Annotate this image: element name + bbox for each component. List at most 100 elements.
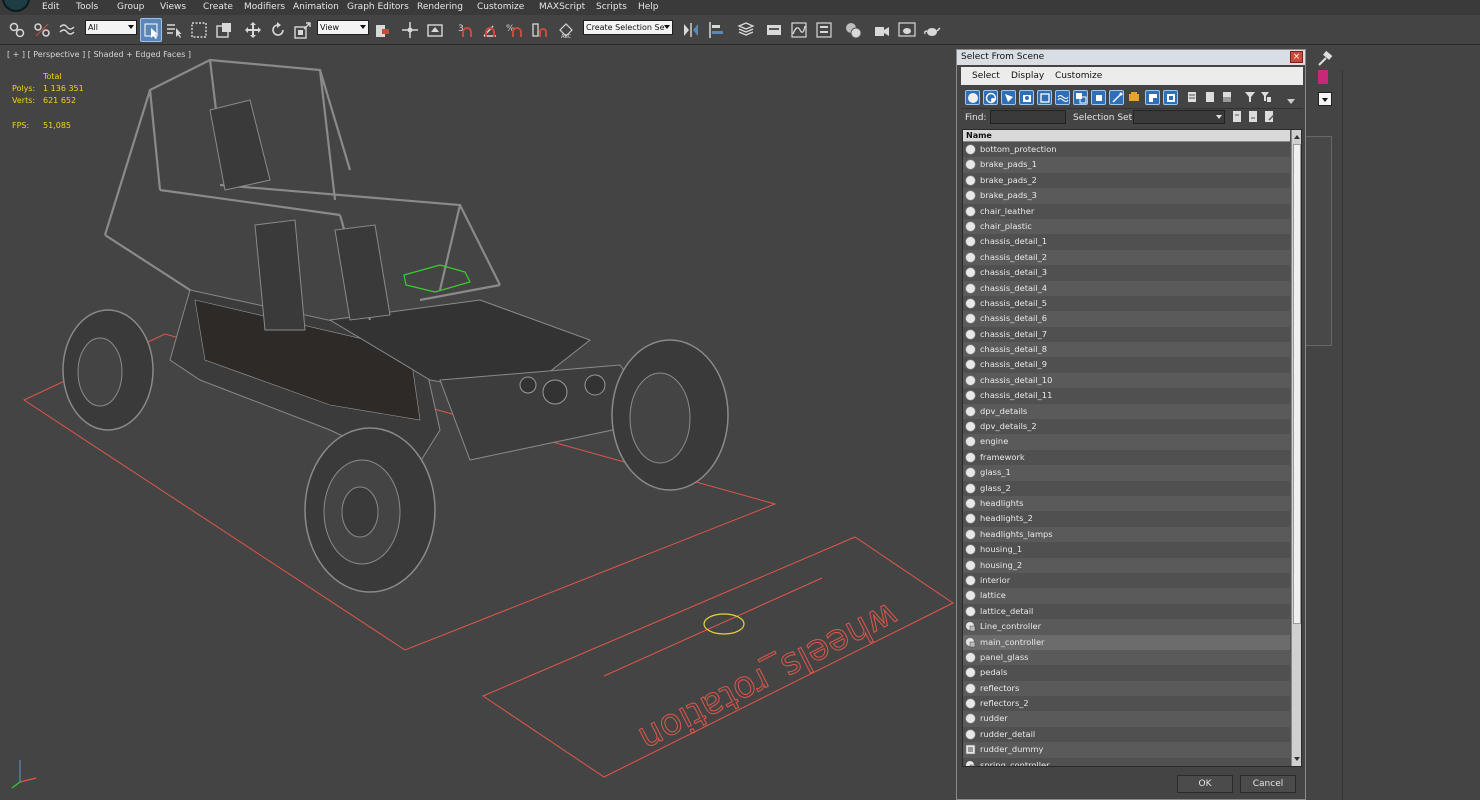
dialog-title-bar[interactable]: Select From Scene ×	[957, 50, 1305, 65]
display-invert-button[interactable]	[1220, 90, 1235, 105]
percent-snap-button[interactable]: %	[504, 18, 526, 42]
panel-dropdown[interactable]	[1318, 92, 1332, 106]
hammer-icon[interactable]	[1316, 50, 1334, 68]
filter-groups-button[interactable]	[1073, 90, 1088, 105]
list-item[interactable]: glass_2	[963, 480, 1290, 496]
list-item[interactable]: spring_controller	[963, 757, 1290, 766]
select-and-link-button[interactable]	[6, 18, 28, 42]
filter-funnel-button[interactable]	[1243, 90, 1258, 105]
snaps-toggle-button[interactable]: 3	[455, 18, 477, 42]
list-item[interactable]: headlights_lamps	[963, 526, 1290, 543]
bind-space-warp-button[interactable]	[56, 18, 78, 42]
curve-editor-button[interactable]	[788, 18, 810, 42]
filter-geometry-button[interactable]	[965, 90, 980, 105]
list-item[interactable]: lattice	[963, 588, 1290, 604]
list-item[interactable]: brake_pads_3	[963, 188, 1290, 204]
modifier-stack-box[interactable]	[1304, 136, 1332, 346]
list-item[interactable]: panel_glass	[963, 649, 1290, 666]
list-item[interactable]: glass_1	[963, 465, 1290, 481]
app-logo-icon[interactable]	[2, 0, 30, 12]
chevron-down-icon[interactable]	[1287, 99, 1295, 104]
filter-bones-button[interactable]	[1109, 90, 1124, 105]
list-item[interactable]: bottom_protection	[963, 142, 1290, 158]
list-item[interactable]: chassis_detail_8	[963, 342, 1290, 358]
select-by-name-button[interactable]	[163, 18, 185, 42]
rectangular-selection-button[interactable]	[188, 18, 210, 42]
list-item[interactable]: chassis_detail_11	[963, 388, 1290, 404]
filter-hidden-button[interactable]	[1163, 90, 1178, 105]
menu-modifiers[interactable]: Modifiers	[244, 2, 285, 14]
viewport-label[interactable]: [ + ] [ Perspective ] [ Shaded + Edged F…	[7, 50, 191, 59]
cancel-button[interactable]: Cancel	[1240, 775, 1296, 793]
list-item[interactable]: chassis_detail_9	[963, 357, 1290, 373]
list-item[interactable]: engine	[963, 434, 1290, 450]
list-item[interactable]: chassis_detail_7	[963, 326, 1290, 343]
scroll-thumb[interactable]	[1293, 144, 1301, 624]
filter-containers-button[interactable]	[1127, 90, 1142, 105]
list-item[interactable]: chair_leather	[963, 203, 1290, 219]
angle-snap-button[interactable]	[479, 18, 501, 42]
rendered-frame-window-button[interactable]	[896, 18, 918, 42]
menu-edit[interactable]: Edit	[42, 2, 59, 14]
list-item[interactable]: housing_2	[963, 557, 1290, 573]
menu-help[interactable]: Help	[638, 2, 659, 14]
list-item[interactable]: lattice_detail	[963, 603, 1290, 620]
toggle-ribbon-button[interactable]	[763, 18, 785, 42]
filter-cameras-button[interactable]	[1019, 90, 1034, 105]
window-crossing-button[interactable]	[213, 18, 235, 42]
named-selection-set-dropdown[interactable]: Create Selection Se	[583, 20, 673, 35]
filter-frozen-button[interactable]	[1145, 90, 1160, 105]
menu-tools[interactable]: Tools	[76, 2, 98, 14]
list-item[interactable]: rudder	[963, 711, 1290, 727]
menu-group[interactable]: Group	[117, 2, 144, 14]
edit-named-selection-button[interactable]: ABC	[555, 18, 577, 42]
list-item[interactable]: headlights	[963, 495, 1290, 512]
select-and-scale-button[interactable]	[292, 18, 314, 42]
filter-options-button[interactable]	[1259, 90, 1274, 105]
edit-selection-set-button[interactable]	[1263, 110, 1276, 124]
menu-graph-editors[interactable]: Graph Editors	[347, 2, 409, 14]
list-item[interactable]: chair_plastic	[963, 218, 1290, 235]
list-item[interactable]: chassis_detail_2	[963, 249, 1290, 266]
find-input[interactable]	[990, 110, 1066, 124]
color-swatch[interactable]	[1318, 70, 1328, 84]
scroll-up-icon[interactable]	[1293, 132, 1301, 142]
selection-set-dropdown[interactable]	[1133, 110, 1225, 124]
selection-filter-dropdown[interactable]: All	[85, 20, 137, 35]
remove-selection-set-button[interactable]	[1247, 110, 1260, 124]
list-item[interactable]: reflectors_2	[963, 696, 1290, 712]
scene-object-list[interactable]: Name bottom_protection brake_pads_1 brake_…	[962, 129, 1302, 767]
list-item[interactable]: chassis_detail_5	[963, 295, 1290, 312]
scroll-down-icon[interactable]	[1293, 754, 1301, 764]
unlink-button[interactable]	[31, 18, 53, 42]
display-all-button[interactable]	[1203, 90, 1218, 105]
menu-rendering[interactable]: Rendering	[417, 2, 463, 14]
list-item[interactable]: Line_controller	[963, 619, 1290, 635]
select-and-manipulate-button[interactable]	[399, 18, 421, 42]
spinner-snap-button[interactable]	[529, 18, 551, 42]
list-item[interactable]: housing_1	[963, 542, 1290, 558]
list-item[interactable]: interior	[963, 572, 1290, 589]
menu-create[interactable]: Create	[203, 2, 233, 14]
list-item[interactable]: dpv_details_2	[963, 419, 1290, 435]
list-item[interactable]: chassis_detail_6	[963, 311, 1290, 327]
list-item[interactable]: chassis_detail_10	[963, 372, 1290, 389]
pivot-center-button[interactable]	[372, 18, 394, 42]
filter-shapes-button[interactable]	[983, 90, 998, 105]
render-production-button[interactable]	[921, 18, 943, 42]
keyboard-shortcut-override-button[interactable]	[424, 18, 446, 42]
list-item[interactable]: brake_pads_2	[963, 172, 1290, 189]
list-scrollbar[interactable]	[1291, 130, 1301, 766]
menu-scripts[interactable]: Scripts	[596, 2, 627, 14]
align-button[interactable]	[705, 18, 727, 42]
dialog-menu-customize[interactable]: Customize	[1055, 71, 1102, 81]
list-item[interactable]: chassis_detail_4	[963, 280, 1290, 296]
filter-xrefs-button[interactable]	[1091, 90, 1106, 105]
mirror-button[interactable]	[680, 18, 702, 42]
filter-lights-button[interactable]	[1001, 90, 1016, 105]
list-item[interactable]: chassis_detail_3	[963, 265, 1290, 281]
list-item[interactable]: framework	[963, 449, 1290, 466]
list-item[interactable]: chassis_detail_1	[963, 234, 1290, 250]
ok-button[interactable]: OK	[1177, 775, 1233, 793]
display-none-button[interactable]	[1185, 90, 1200, 105]
